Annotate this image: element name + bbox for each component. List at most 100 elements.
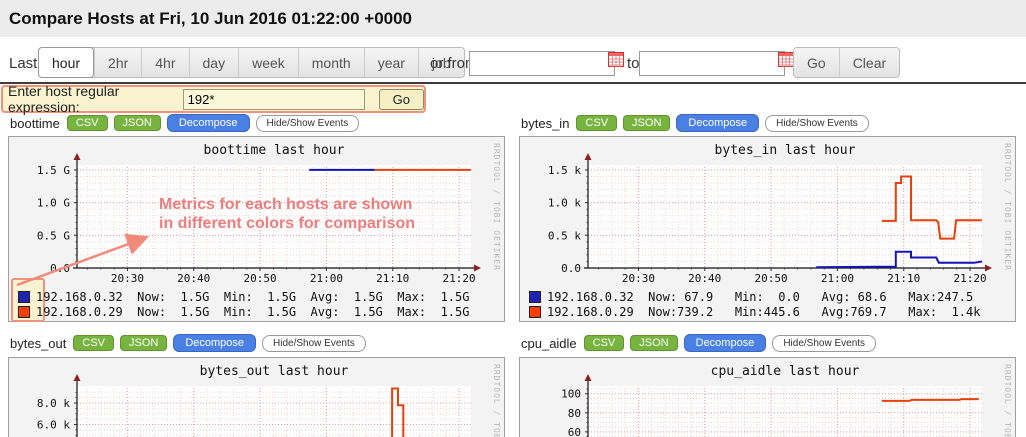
json-button[interactable]: JSON (114, 115, 161, 131)
svg-text:1.5 k: 1.5 k (548, 164, 581, 177)
svg-text:20:50: 20:50 (244, 272, 277, 285)
decompose-button[interactable]: Decompose (684, 334, 767, 352)
bytes-out-graph: 20:3020:4020:5021:0021:1021:200.02.0 k4.… (9, 358, 504, 437)
range-button-day[interactable]: day (189, 48, 239, 77)
svg-text:0.5 G: 0.5 G (37, 229, 70, 242)
svg-text:20:30: 20:30 (111, 272, 144, 285)
svg-text:bytes_in last hour: bytes_in last hour (715, 143, 856, 158)
chart-panel-bytes-in: 20:3020:4020:5021:0021:1021:200.00.5 k1.… (519, 136, 1016, 322)
hide-show-events-button[interactable]: Hide/Show Events (772, 335, 876, 352)
compare-hosts-page: Compare Hosts at Fri, 10 Jun 2016 01:22:… (0, 0, 1026, 437)
legend-row: 192.168.0.32 Now: 1.5G Min: 1.5G Avg: 1.… (18, 289, 504, 304)
range-button-2hr[interactable]: 2hr (94, 48, 141, 77)
svg-text:20:30: 20:30 (622, 272, 655, 285)
svg-text:60: 60 (568, 426, 581, 437)
legend-row: 192.168.0.29 Now: 1.5G Min: 1.5G Avg: 1.… (18, 304, 504, 319)
rrdtool-watermark: RRDTOOL / TOBI OETIKER (1003, 364, 1012, 437)
svg-text:21:00: 21:00 (821, 272, 854, 285)
metric-header-boottime: boottime CSV JSON Decompose Hide/Show Ev… (10, 112, 359, 134)
page-title: Compare Hosts at Fri, 10 Jun 2016 01:22:… (0, 9, 412, 29)
series-swatch (529, 306, 541, 318)
svg-text:6.0 k: 6.0 k (37, 419, 70, 432)
metric-name: boottime (10, 116, 60, 131)
host-regex-bar: Enter host regular expression: Go (1, 85, 426, 113)
bytes-in-graph: 20:3020:4020:5021:0021:1021:200.00.5 k1.… (520, 137, 1015, 287)
csv-button[interactable]: CSV (576, 115, 617, 131)
svg-text:80: 80 (568, 407, 581, 420)
svg-text:boottime last hour: boottime last hour (204, 143, 345, 158)
legend-text: 192.168.0.29 Now: 1.5G Min: 1.5G Avg: 1.… (36, 305, 469, 319)
chart-panel-cpu-aidle: 20:3020:4020:5021:0021:1021:200204060801… (519, 357, 1016, 437)
metric-name: cpu_aidle (521, 336, 577, 351)
metric-name: bytes_in (521, 116, 569, 131)
metric-header-bytes-in: bytes_in CSV JSON Decompose Hide/Show Ev… (521, 112, 869, 134)
svg-text:cpu_aidle last hour: cpu_aidle last hour (711, 364, 860, 379)
legend: 192.168.0.32 Now: 67.9 Min: 0.0 Avg: 68.… (520, 289, 1015, 319)
legend: 192.168.0.32 Now: 1.5G Min: 1.5G Avg: 1.… (9, 289, 504, 319)
svg-text:1.5 G: 1.5 G (37, 164, 70, 177)
decompose-button[interactable]: Decompose (173, 334, 256, 352)
host-regex-go-button[interactable]: Go (379, 89, 424, 110)
to-label: to (627, 55, 640, 72)
rrdtool-watermark: RRDTOOL / TOBI OETIKER (492, 143, 501, 271)
hide-show-events-button[interactable]: Hide/Show Events (262, 335, 366, 352)
svg-text:20:40: 20:40 (177, 272, 210, 285)
to-calendar-icon[interactable] (778, 52, 794, 67)
decompose-button[interactable]: Decompose (167, 114, 250, 132)
go-clear-group: Go Clear (793, 47, 900, 78)
svg-text:1.0 G: 1.0 G (37, 197, 70, 210)
json-button[interactable]: JSON (623, 115, 670, 131)
metric-header-cpu-aidle: cpu_aidle CSV JSON Decompose Hide/Show E… (521, 332, 876, 354)
range-button-4hr[interactable]: 4hr (141, 48, 188, 77)
csv-button[interactable]: CSV (73, 335, 114, 351)
decompose-button[interactable]: Decompose (676, 114, 759, 132)
host-regex-input[interactable] (183, 89, 365, 110)
legend-text: 192.168.0.32 Now: 67.9 Min: 0.0 Avg: 68.… (547, 290, 973, 304)
series-swatch (529, 291, 541, 303)
title-bar: Compare Hosts at Fri, 10 Jun 2016 01:22:… (0, 0, 1026, 37)
svg-text:21:00: 21:00 (310, 272, 343, 285)
rrdtool-watermark: RRDTOOL / TOBI OETIKER (492, 364, 501, 437)
host-regex-label: Enter host regular expression: (8, 83, 177, 115)
svg-text:21:20: 21:20 (442, 272, 475, 285)
json-button[interactable]: JSON (120, 335, 167, 351)
from-calendar-icon[interactable] (608, 52, 624, 67)
rrdtool-watermark: RRDTOOL / TOBI OETIKER (1003, 143, 1012, 271)
legend-row: 192.168.0.32 Now: 67.9 Min: 0.0 Avg: 68.… (529, 289, 1015, 304)
svg-text:20:40: 20:40 (688, 272, 721, 285)
svg-text:100: 100 (561, 388, 581, 401)
svg-text:20:50: 20:50 (755, 272, 788, 285)
last-label: Last (9, 55, 37, 72)
series-swatch (18, 291, 30, 303)
svg-text:0.5 k: 0.5 k (548, 229, 581, 242)
range-button-year[interactable]: year (364, 48, 418, 77)
chart-panel-bytes-out: 20:3020:4020:5021:0021:1021:200.02.0 k4.… (8, 357, 505, 437)
range-button-week[interactable]: week (238, 48, 298, 77)
range-button-month[interactable]: month (298, 48, 364, 77)
clear-button[interactable]: Clear (839, 48, 899, 77)
svg-text:8.0 k: 8.0 k (37, 397, 70, 410)
svg-text:21:20: 21:20 (953, 272, 986, 285)
series-swatch (18, 306, 30, 318)
svg-text:bytes_out last hour: bytes_out last hour (200, 364, 349, 379)
hide-show-events-button[interactable]: Hide/Show Events (765, 115, 869, 132)
svg-text:0.0: 0.0 (50, 262, 70, 275)
metric-header-bytes-out: bytes_out CSV JSON Decompose Hide/Show E… (10, 332, 366, 354)
legend-text: 192.168.0.32 Now: 1.5G Min: 1.5G Avg: 1.… (36, 290, 469, 304)
to-date-input[interactable] (639, 51, 785, 76)
hide-show-events-button[interactable]: Hide/Show Events (256, 115, 360, 132)
legend-text: 192.168.0.29 Now:739.2 Min:445.6 Avg:769… (547, 305, 980, 319)
json-button[interactable]: JSON (630, 335, 677, 351)
csv-button[interactable]: CSV (67, 115, 108, 131)
go-button[interactable]: Go (794, 48, 839, 77)
cpu-aidle-graph: 20:3020:4020:5021:0021:1021:200204060801… (520, 358, 1015, 437)
from-date-input[interactable] (469, 51, 615, 76)
legend-row: 192.168.0.29 Now:739.2 Min:445.6 Avg:769… (529, 304, 1015, 319)
csv-button[interactable]: CSV (584, 335, 625, 351)
range-button-hour[interactable]: hour (38, 47, 94, 78)
svg-text:1.0 k: 1.0 k (548, 197, 581, 210)
metric-name: bytes_out (10, 336, 66, 351)
annotation-text: Metrics for each hosts are shown in diff… (159, 195, 415, 233)
chart-panel-boottime: 20:3020:4020:5021:0021:1021:200.00.5 G1.… (8, 136, 505, 322)
svg-text:0.0: 0.0 (561, 262, 581, 275)
